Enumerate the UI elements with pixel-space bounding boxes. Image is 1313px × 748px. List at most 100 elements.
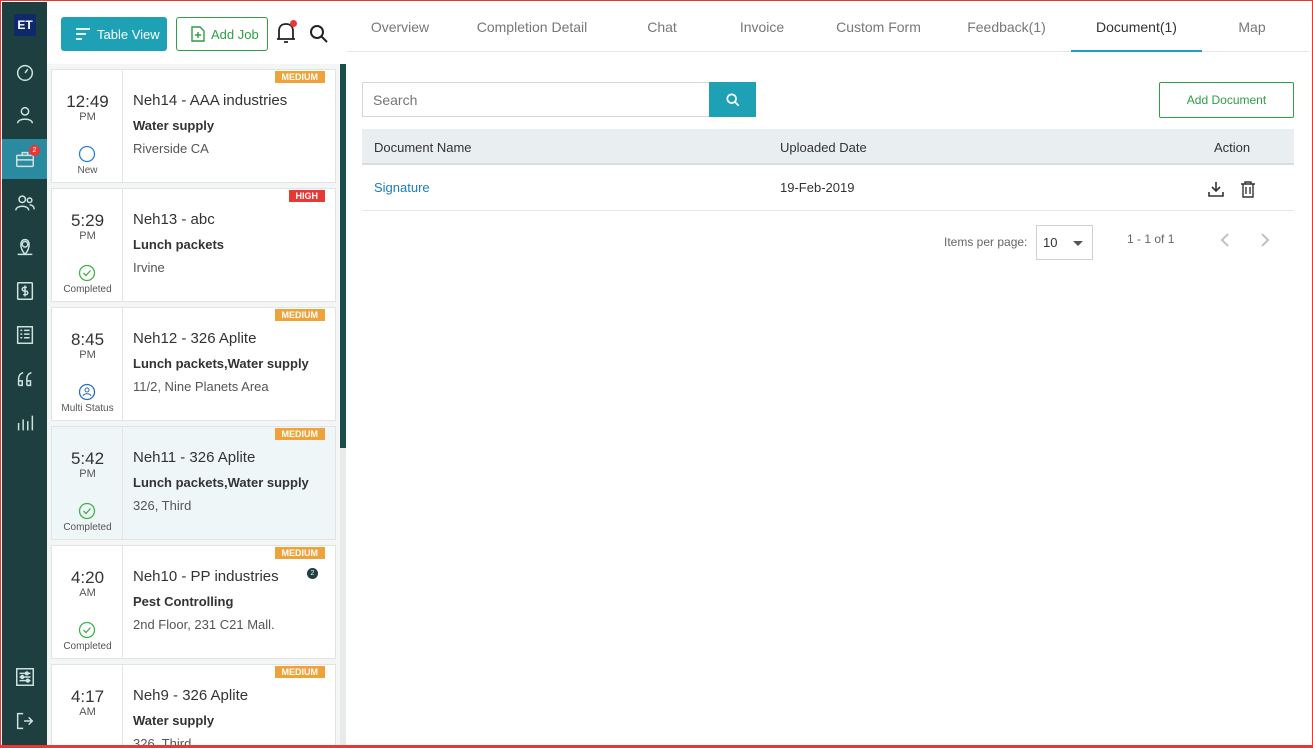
job-time: 8:45 — [70, 330, 105, 349]
map-pin-icon[interactable] — [2, 227, 47, 267]
download-icon[interactable] — [1207, 180, 1225, 198]
tab-invoice[interactable]: Invoice — [727, 2, 797, 52]
job-card[interactable]: 8:45 PM Multi Status Neh12 - 326 Aplite … — [51, 307, 336, 421]
items-per-page-select[interactable]: 10 — [1036, 225, 1093, 260]
job-detail-panel: Overview Completion Detail Chat Invoice … — [347, 2, 1309, 745]
job-card[interactable]: 4:17 AM Neh9 - 326 Aplite Water supply 3… — [51, 664, 336, 748]
add-document-button[interactable]: Add Document — [1159, 82, 1294, 118]
quote-icon[interactable] — [2, 359, 47, 399]
table-view-button[interactable]: Table View — [61, 17, 167, 51]
job-status: Completed — [63, 284, 112, 295]
bell-icon[interactable] — [274, 20, 298, 46]
column-uploaded-date[interactable]: Uploaded Date — [780, 140, 867, 155]
job-address: 326, Third — [133, 498, 192, 513]
status-completed-icon — [78, 502, 96, 520]
job-title: Neh12 - 326 Aplite — [133, 330, 257, 347]
table-row: Signature 19-Feb-2019 — [362, 165, 1294, 211]
logout-icon[interactable] — [2, 701, 47, 741]
add-job-button[interactable]: Add Job — [176, 17, 268, 51]
column-action: Action — [1214, 140, 1251, 155]
priority-badge: MEDIUM — [274, 666, 325, 678]
detail-tabs: Overview Completion Detail Chat Invoice … — [347, 2, 1309, 52]
priority-badge: MEDIUM — [274, 309, 325, 321]
job-status: Multi Status — [61, 403, 114, 414]
document-date: 19-Feb-2019 — [780, 180, 855, 195]
add-job-label: Add Job — [211, 26, 259, 42]
job-count-badge: 2 — [307, 568, 318, 579]
chevron-down-icon — [1073, 241, 1083, 246]
tab-custom-form[interactable]: Custom Form — [827, 2, 930, 52]
jobs-briefcase-icon[interactable]: 2 — [2, 139, 47, 179]
job-list-panel: Table View Add Job 12:49 PM New Neh14 - … — [47, 2, 346, 748]
job-title: Neh9 - 326 Aplite — [133, 687, 249, 704]
documents-table-header: Document Name Uploaded Date Action — [362, 129, 1294, 165]
tab-overview[interactable]: Overview — [361, 2, 439, 52]
document-search-button[interactable] — [709, 82, 756, 117]
job-card[interactable]: 12:49 PM New Neh14 - AAA industries Wate… — [51, 69, 336, 183]
tab-feedback[interactable]: Feedback(1) — [959, 2, 1054, 52]
job-time: 4:20 — [70, 568, 105, 587]
notification-dot — [290, 20, 297, 27]
job-service: Lunch packets,Water supply — [133, 475, 309, 490]
document-search-input[interactable] — [362, 82, 710, 117]
tab-completion-detail[interactable]: Completion Detail — [467, 2, 597, 52]
settings-sliders-icon[interactable] — [2, 657, 47, 697]
items-per-page-value: 10 — [1043, 235, 1058, 250]
chevron-right-icon[interactable] — [1258, 232, 1272, 248]
priority-badge: MEDIUM — [274, 428, 325, 440]
job-time: 4:17 — [70, 687, 105, 706]
add-file-icon — [191, 26, 205, 42]
job-service: Water supply — [133, 713, 215, 728]
list-icon[interactable] — [2, 315, 47, 355]
app-window: ET 2 Table View Add Job 12:49 PM New Neh… — [0, 0, 1313, 748]
chevron-left-icon[interactable] — [1218, 232, 1232, 248]
paginator: Items per page: 10 1 - 1 of 1 — [362, 222, 1294, 262]
team-icon[interactable] — [2, 183, 47, 223]
job-title: Neh11 - 326 Aplite — [133, 449, 256, 466]
priority-badge: HIGH — [288, 190, 325, 202]
priority-badge: MEDIUM — [274, 71, 325, 83]
reports-chart-icon[interactable] — [2, 403, 47, 443]
job-ampm: PM — [79, 111, 96, 123]
app-logo[interactable]: ET — [14, 14, 36, 36]
job-address: 2nd Floor, 231 C21 Mall. — [133, 617, 275, 632]
job-list-scrollbar-thumb[interactable] — [340, 64, 346, 448]
job-card[interactable]: 4:20 AM Completed Neh10 - PP industries … — [51, 545, 336, 659]
job-service: Pest Controlling — [133, 594, 234, 609]
job-title: Neh14 - AAA industries — [133, 92, 288, 109]
job-ampm: AM — [79, 587, 96, 599]
tab-document[interactable]: Document(1) — [1071, 2, 1202, 52]
job-title: Neh13 - abc — [133, 211, 215, 228]
page-range: 1 - 1 of 1 — [1127, 232, 1175, 246]
job-time: 5:42 — [70, 449, 105, 468]
trash-icon[interactable] — [1240, 180, 1256, 198]
job-status: New — [77, 165, 98, 176]
job-card-selected[interactable]: 5:42 PM Completed Neh11 - 326 Aplite Lun… — [51, 426, 336, 540]
job-service: Lunch packets,Water supply — [133, 356, 309, 371]
job-time: 12:49 — [66, 92, 109, 111]
status-new-icon — [78, 145, 96, 163]
search-icon[interactable] — [309, 24, 329, 44]
tab-chat[interactable]: Chat — [627, 2, 697, 52]
search-icon — [725, 92, 739, 106]
job-address: Irvine — [133, 260, 165, 275]
job-status: Completed — [63, 522, 112, 533]
status-multi-icon — [78, 383, 96, 401]
job-list-toolbar: Table View Add Job — [47, 2, 346, 64]
job-address: 11/2, Nine Planets Area — [133, 379, 269, 394]
job-address: 326, Third — [133, 736, 192, 748]
dashboard-icon[interactable] — [2, 52, 47, 92]
status-completed-icon — [78, 621, 96, 639]
job-card[interactable]: 5:29 PM Completed Neh13 - abc Lunch pack… — [51, 188, 336, 302]
jobs-badge: 2 — [29, 145, 40, 156]
invoice-dollar-icon[interactable] — [2, 271, 47, 311]
job-service: Lunch packets — [133, 237, 225, 252]
items-per-page-label: Items per page: — [944, 235, 1028, 249]
job-ampm: PM — [79, 349, 96, 361]
document-name-link[interactable]: Signature — [374, 180, 430, 195]
column-document-name[interactable]: Document Name — [374, 140, 472, 155]
job-status: Completed — [63, 641, 112, 652]
user-icon[interactable] — [2, 95, 47, 135]
job-address: Riverside CA — [133, 141, 209, 156]
tab-map[interactable]: Map — [1225, 2, 1279, 52]
